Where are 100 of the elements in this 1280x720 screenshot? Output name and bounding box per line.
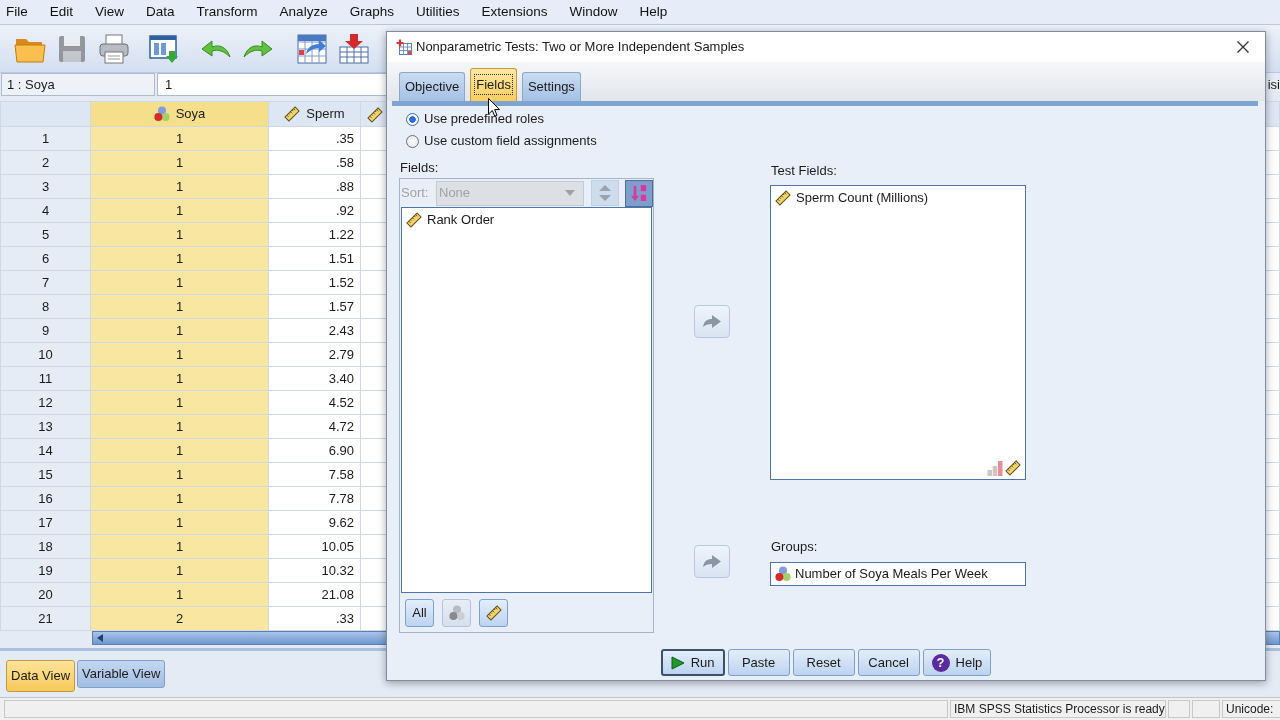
row-number[interactable]: 14 [0,438,91,463]
table-cell: 2.43 [268,318,361,343]
run-button[interactable]: Run [660,649,725,676]
row-number[interactable]: 2 [0,150,91,175]
fields-list[interactable]: Rank Order [401,207,652,593]
menu-item[interactable]: Edit [38,1,85,23]
table-cell: 7.78 [268,486,361,511]
row-number[interactable]: 9 [0,318,91,343]
column-header[interactable]: Sperm [268,101,361,127]
table-cell: 4.72 [268,414,361,439]
move-button[interactable] [694,545,730,578]
table-cell: .88 [268,174,361,199]
sort-order-icon [631,184,647,202]
field-label: Groups: [770,539,819,555]
tab[interactable]: Settings [521,72,581,101]
row-number[interactable]: 21 [0,606,91,631]
menu-item[interactable]: Window [558,1,629,23]
table-plus-icon [396,39,412,55]
grid-down-arrow-icon[interactable] [338,32,370,65]
reset-button[interactable]: Reset [792,649,855,676]
test-fields-list[interactable]: Sperm Count (Millions) [770,185,1026,480]
table-cell: 6.90 [268,438,361,463]
list-item[interactable]: Rank Order [402,208,651,228]
row-number[interactable]: 6 [0,246,91,271]
grid-arrow-icon[interactable] [296,32,328,65]
table-cell: 10.32 [268,558,361,583]
left-arrow-icon[interactable] [97,634,103,642]
filter-button[interactable] [479,599,508,627]
row-number[interactable]: 17 [0,510,91,535]
all-button[interactable]: All [405,599,434,627]
menu-item[interactable]: Utilities [404,1,471,23]
table-cell: 1 [90,486,269,511]
row-number[interactable]: 11 [0,366,91,391]
row-number[interactable]: 12 [0,390,91,415]
menu-item[interactable]: Help [628,1,679,23]
table-cell: 1 [90,126,269,151]
menu-item[interactable]: View [84,1,136,23]
radio-button[interactable] [406,134,419,148]
row-number[interactable]: 7 [0,270,91,295]
row-number[interactable]: 5 [0,222,91,247]
table-cell: .58 [268,150,361,175]
menu-item[interactable]: Graphs [338,1,405,23]
sort-order-button[interactable] [625,179,653,207]
move-button[interactable] [694,305,730,338]
row-number[interactable]: 13 [0,414,91,439]
tab[interactable]: Variable View [77,660,166,688]
cancel-button[interactable]: Cancel [857,649,920,676]
tab[interactable]: Objective [399,72,466,101]
table-cell: 1 [90,342,269,367]
table-cell: 1 [90,390,269,415]
row-number[interactable]: 4 [0,198,91,223]
menu-item[interactable]: Transform [185,1,269,23]
columns-arrow-icon[interactable] [148,32,180,65]
table-cell: 2 [90,606,269,631]
list-item[interactable]: Sperm Count (Millions) [771,186,1025,206]
up-down-arrows-icon [599,185,611,201]
table-cell: 3.40 [268,366,361,391]
row-number[interactable]: 20 [0,582,91,607]
radio-button[interactable] [406,112,419,126]
tab[interactable]: Data View [6,660,75,692]
encoding-status: Unicode: [1222,700,1280,718]
row-number[interactable]: 18 [0,534,91,559]
table-cell: 1 [90,414,269,439]
variables-count-text: isi [1266,76,1280,94]
menu-item[interactable]: File [0,1,39,23]
row-number[interactable]: 3 [0,174,91,199]
caret-icon [565,190,575,196]
table-cell: 1 [90,462,269,487]
table-cell: 1 [90,534,269,559]
table-cell: 7.58 [268,462,361,487]
cell-reference: 1 : Soya [1,73,155,96]
help-button[interactable]: ? Help [922,649,992,676]
table-cell: 1 [90,318,269,343]
table-cell: 1.57 [268,294,361,319]
balls-icon [775,566,791,582]
row-number[interactable]: 19 [0,558,91,583]
table-cell: 1 [90,198,269,223]
table-cell: 1.22 [268,222,361,247]
column-header[interactable]: Soya [90,101,269,127]
table-cell: 1 [90,582,269,607]
arrow-icon [702,554,722,569]
field-label: Test Fields: [770,163,838,179]
row-number[interactable]: 1 [0,126,91,151]
menu-item[interactable]: Data [135,1,186,23]
table-cell: 1 [90,366,269,391]
menu-item[interactable]: Analyze [268,1,339,23]
radio-label: Use custom field assignments [424,133,597,149]
row-number[interactable]: 10 [0,342,91,367]
menu-item[interactable]: Extensions [470,1,559,23]
row-number[interactable]: 15 [0,462,91,487]
arrow-icon [702,314,722,329]
printer-icon[interactable] [98,32,130,65]
row-number[interactable]: 16 [0,486,91,511]
tab[interactable]: Fields [470,68,517,101]
table-cell: 1 [90,438,269,463]
balls-icon [448,605,465,621]
play-icon [670,655,685,670]
paste-button[interactable]: Paste [727,649,790,676]
row-number[interactable]: 8 [0,294,91,319]
bar-chart-icon [987,460,1003,476]
